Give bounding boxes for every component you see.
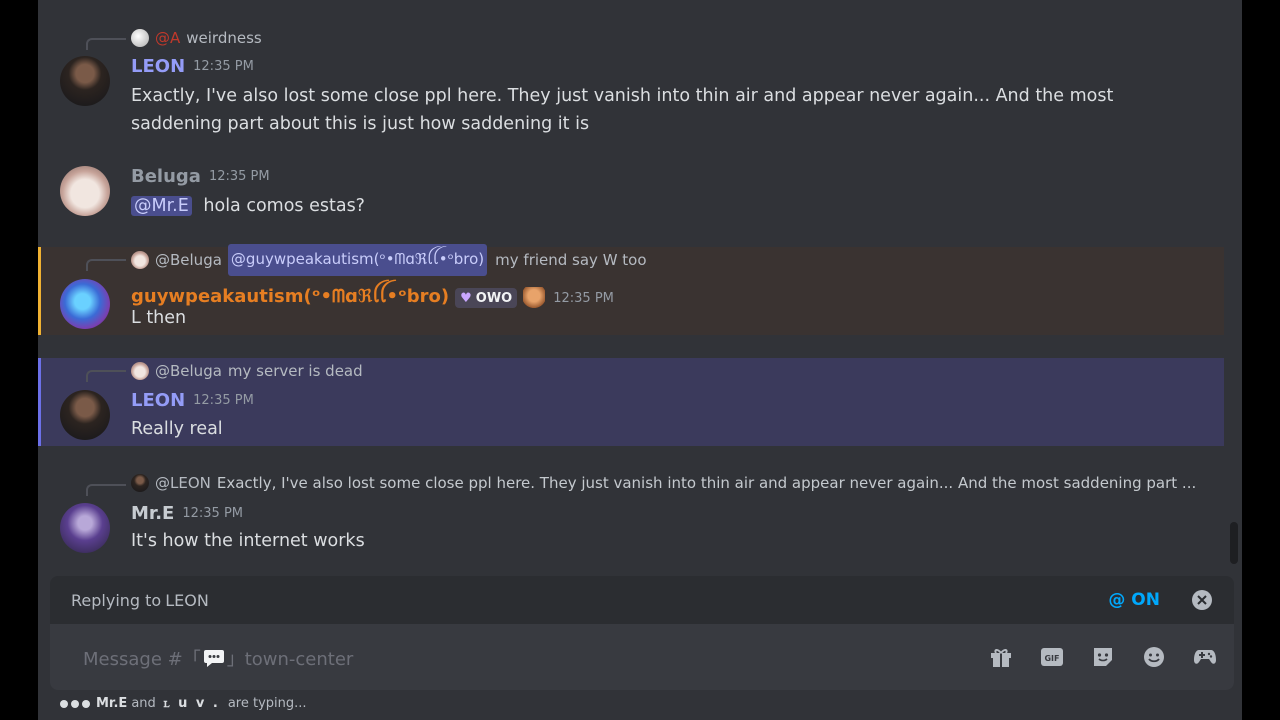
timestamp: 12:35 PM [208, 169, 270, 184]
message[interactable]: @LEON Exactly, I've also lost some close… [38, 472, 1224, 560]
message-input[interactable]: Message #「 」town-center [83, 645, 353, 671]
replying-target: LEON [165, 590, 209, 610]
typing-and: and [131, 696, 156, 711]
typing-user: ꮮ u v . [163, 696, 220, 711]
message-text: L then [131, 308, 187, 328]
svg-text:GIF: GIF [1044, 654, 1059, 663]
message-highlighted[interactable]: @Beluga my server is dead LEON 12:35 PM … [38, 358, 1224, 446]
avatar[interactable] [60, 279, 110, 329]
reply-text: weirdness [186, 29, 262, 47]
avatar[interactable] [60, 166, 110, 216]
typing-dots-icon [60, 699, 90, 708]
reply-preview[interactable]: @Beluga my server is dead [131, 361, 363, 381]
reply-avatar [131, 251, 149, 269]
reply-mention[interactable]: @guywpeakautism(ᵒ•ᗰɑℜꪶꪶ•ᵒbro) [227, 244, 488, 276]
message-text: Really real [131, 419, 223, 439]
scrollbar-thumb[interactable] [1230, 522, 1238, 564]
gift-icon[interactable] [985, 645, 1016, 669]
speech-bubble-icon [203, 648, 225, 668]
activities-icon[interactable] [1189, 645, 1220, 669]
replying-to-bar: Replying to LEON @ ON [50, 576, 1234, 624]
avatar[interactable] [60, 56, 110, 106]
reply-preview[interactable]: @LEON Exactly, I've also lost some close… [131, 473, 1196, 493]
message[interactable]: @A weirdness LEON 12:35 PM Exactly, I've… [38, 26, 1224, 144]
reply-author[interactable]: @LEON [155, 474, 211, 492]
sticker-icon[interactable] [1087, 645, 1118, 669]
username[interactable]: Mr.E [131, 503, 174, 524]
reply-author[interactable]: @Beluga [155, 251, 222, 269]
reply-text: my friend say W too [495, 251, 647, 269]
message-highlighted[interactable]: @Beluga @guywpeakautism(ᵒ•ᗰɑℜꪶꪶ•ᵒbro) my… [38, 244, 1224, 335]
reply-author[interactable]: @A [155, 29, 180, 47]
user-mention[interactable]: @Mr.E [131, 196, 192, 216]
mention-ping-toggle[interactable]: @ ON [1108, 590, 1160, 610]
close-icon[interactable] [1192, 590, 1212, 610]
username[interactable]: LEON [131, 56, 185, 77]
message-list: @A weirdness LEON 12:35 PM Exactly, I've… [38, 0, 1242, 572]
reply-author[interactable]: @Beluga [155, 362, 222, 380]
reply-preview[interactable]: @Beluga @guywpeakautism(ᵒ•ᗰɑℜꪶꪶ•ᵒbro) my… [131, 244, 647, 276]
reply-text: Exactly, I've also lost some close ppl h… [216, 474, 1197, 492]
reply-preview[interactable]: @A weirdness [131, 28, 262, 48]
username[interactable]: LEON [131, 390, 185, 411]
reply-avatar [131, 474, 149, 492]
message-text: hola comos estas? [203, 196, 365, 216]
placeholder-prefix: Message #「 [83, 649, 201, 670]
avatar[interactable] [60, 503, 110, 553]
reply-text: my server is dead [227, 362, 363, 380]
typing-suffix: are typing... [227, 696, 307, 711]
avatar[interactable] [60, 390, 110, 440]
gif-icon[interactable]: GIF [1036, 645, 1067, 669]
chat-window: @A weirdness LEON 12:35 PM Exactly, I've… [38, 0, 1242, 720]
typing-indicator: Mr.E and ꮮ u v . are typing... [60, 696, 307, 711]
username[interactable]: Beluga [131, 166, 201, 187]
emoji-icon[interactable] [1138, 645, 1169, 669]
message-text: It's how the internet works [131, 531, 365, 551]
reply-avatar [131, 29, 149, 47]
replying-prefix: Replying to [71, 590, 162, 610]
timestamp: 12:35 PM [193, 393, 254, 408]
timestamp: 12:35 PM [193, 59, 254, 74]
message-composer[interactable]: Message #「 」town-center GIF [50, 624, 1234, 690]
message-text: Exactly, I've also lost some close ppl h… [131, 86, 1114, 134]
composer-toolbar: GIF [985, 645, 1220, 669]
timestamp: 12:35 PM [182, 506, 244, 521]
placeholder-suffix: 」town-center [226, 649, 354, 670]
typing-user: Mr.E [96, 696, 128, 711]
reply-avatar [131, 362, 149, 380]
message[interactable]: Beluga 12:35 PM @Mr.E hola comos estas? [38, 166, 1224, 226]
